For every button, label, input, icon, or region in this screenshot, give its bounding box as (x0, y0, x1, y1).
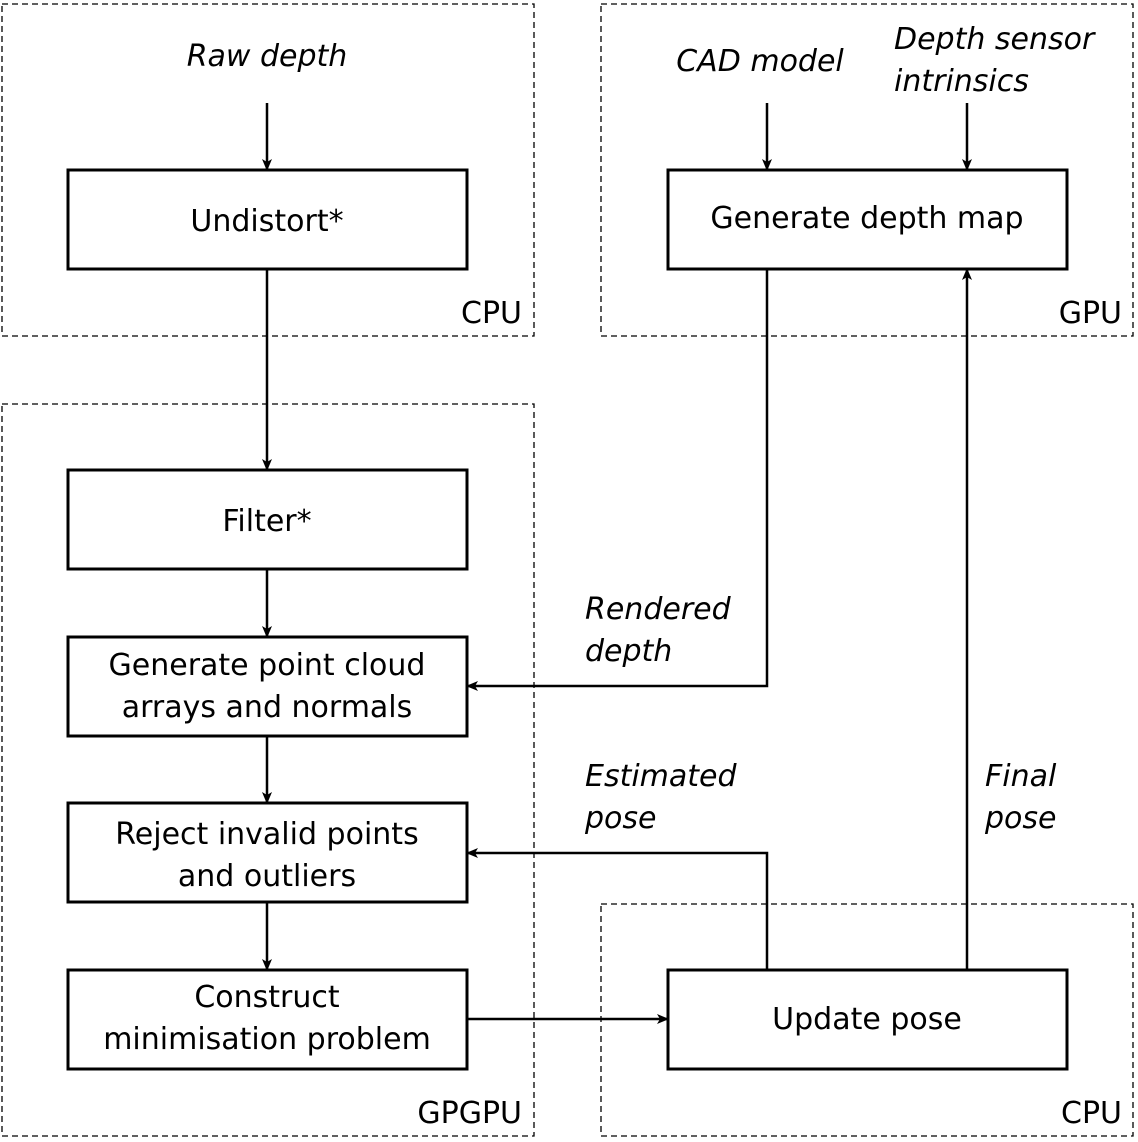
reject-label-2: and outliers (178, 859, 356, 894)
rendered-depth-label-2: depth (585, 634, 672, 669)
final-pose-label-1: Final (985, 759, 1057, 794)
cad-model-label: CAD model (676, 44, 844, 79)
cpu-top-label: CPU (461, 296, 522, 331)
rendered-depth-label-1: Rendered (585, 592, 732, 627)
reject-label-1: Reject invalid points (115, 817, 418, 852)
construct-label-2: minimisation problem (103, 1022, 431, 1057)
depth-map-label: Generate depth map (710, 201, 1023, 236)
depth-sensor-label-1: Depth sensor (894, 22, 1096, 57)
point-cloud-label-1: Generate point cloud (109, 648, 426, 683)
gpgpu-label: GPGPU (417, 1096, 522, 1131)
filter-label: Filter* (222, 504, 311, 539)
cpu-bottom-label: CPU (1061, 1096, 1122, 1131)
raw-depth-label: Raw depth (187, 39, 348, 74)
construct-label-1: Construct (194, 980, 340, 1015)
depth-sensor-label-2: intrinsics (894, 64, 1029, 99)
pipeline-diagram: CPU GPU GPGPU CPU Raw depth CAD model De… (1, 3, 1134, 1137)
update-pose-label: Update pose (772, 1002, 962, 1037)
undistort-label: Undistort* (190, 204, 343, 239)
point-cloud-label-2: arrays and normals (122, 690, 413, 725)
final-pose-label-2: pose (984, 801, 1056, 836)
gpu-label: GPU (1059, 296, 1122, 331)
estimated-pose-label-2: pose (584, 801, 656, 836)
estimated-pose-label-1: Estimated (585, 759, 738, 794)
arrow-estimated-pose (466, 848, 769, 970)
